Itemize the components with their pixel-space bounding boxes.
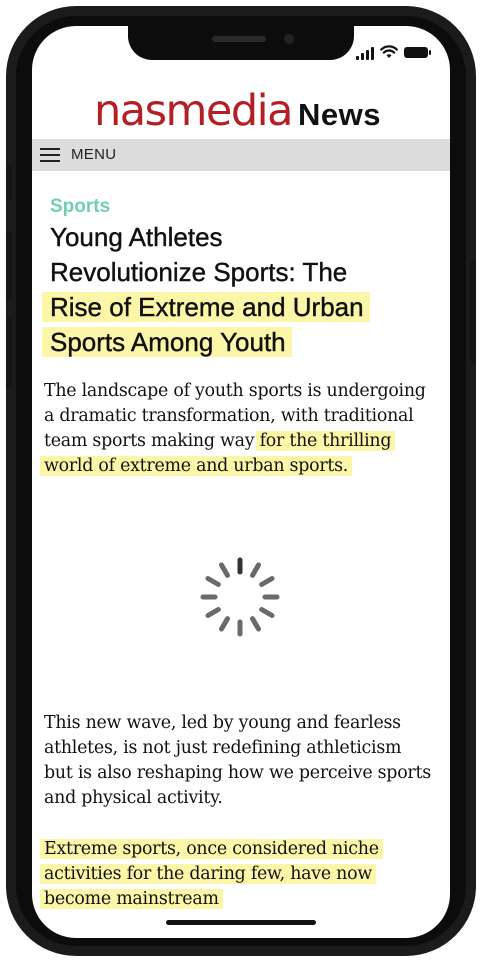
headline-line-highlighted: Rise of Extreme and Urban bbox=[50, 292, 364, 322]
status-bar bbox=[352, 44, 432, 62]
highlighted-text: become mainstream bbox=[44, 889, 219, 909]
paragraph-line: and physical activity. bbox=[44, 788, 223, 808]
logo-brand: nasmedia bbox=[94, 86, 293, 136]
menu-bar[interactable]: MENU bbox=[32, 139, 450, 171]
headline-line-highlighted: Sports Among Youth bbox=[50, 327, 286, 357]
paragraph-line: a dramatic transformation, with traditio… bbox=[44, 406, 414, 426]
home-indicator[interactable] bbox=[166, 920, 316, 925]
volume-down-button bbox=[6, 318, 12, 388]
highlighted-text: activities for the daring few, have now bbox=[44, 864, 372, 884]
spinner-tick bbox=[250, 562, 261, 578]
speaker-grille bbox=[212, 36, 266, 42]
paragraph-line: but is also reshaping how we perceive sp… bbox=[44, 763, 431, 783]
volume-up-button bbox=[6, 231, 12, 301]
spinner-tick bbox=[205, 576, 221, 587]
article-category[interactable]: Sports bbox=[50, 196, 110, 218]
mute-switch bbox=[6, 166, 12, 200]
notch bbox=[128, 26, 354, 60]
loading-spinner-icon bbox=[200, 557, 280, 637]
paragraph-line: athletes, is not just redefining athleti… bbox=[44, 738, 402, 758]
article-paragraph: Extreme sports, once considered niche ac… bbox=[44, 837, 448, 912]
paragraph-line: team sports making way bbox=[44, 431, 260, 451]
power-button bbox=[470, 261, 476, 366]
spinner-tick bbox=[205, 607, 221, 618]
site-logo[interactable]: nasmedia News bbox=[94, 86, 381, 136]
logo-section-name: News bbox=[297, 97, 381, 132]
spinner-tick bbox=[250, 616, 261, 632]
paragraph-line: The landscape of youth sports is undergo… bbox=[44, 381, 426, 401]
headline-line: Revolutionize Sports: The bbox=[50, 257, 348, 287]
spinner-tick bbox=[259, 576, 275, 587]
paragraph-line: This new wave, led by young and fearless bbox=[44, 713, 401, 733]
spinner-tick bbox=[219, 616, 230, 632]
article-paragraph: This new wave, led by young and fearless… bbox=[44, 711, 448, 811]
signal-icon bbox=[356, 46, 376, 60]
highlighted-text: world of extreme and urban sports. bbox=[44, 456, 349, 476]
highlighted-text: Extreme sports, once considered niche bbox=[44, 839, 379, 859]
spinner-tick bbox=[219, 562, 230, 578]
spinner-tick bbox=[259, 607, 275, 618]
article-paragraph: The landscape of youth sports is undergo… bbox=[44, 379, 448, 479]
hamburger-icon[interactable] bbox=[40, 148, 60, 162]
camera-icon bbox=[284, 34, 294, 44]
wifi-icon bbox=[380, 45, 398, 58]
highlighted-text: for the thrilling bbox=[259, 431, 392, 451]
headline-line: Young Athletes bbox=[50, 222, 223, 252]
article-headline: Young Athletes Revolutionize Sports: The… bbox=[50, 220, 430, 360]
battery-icon bbox=[404, 47, 431, 58]
menu-label[interactable]: MENU bbox=[71, 146, 116, 163]
